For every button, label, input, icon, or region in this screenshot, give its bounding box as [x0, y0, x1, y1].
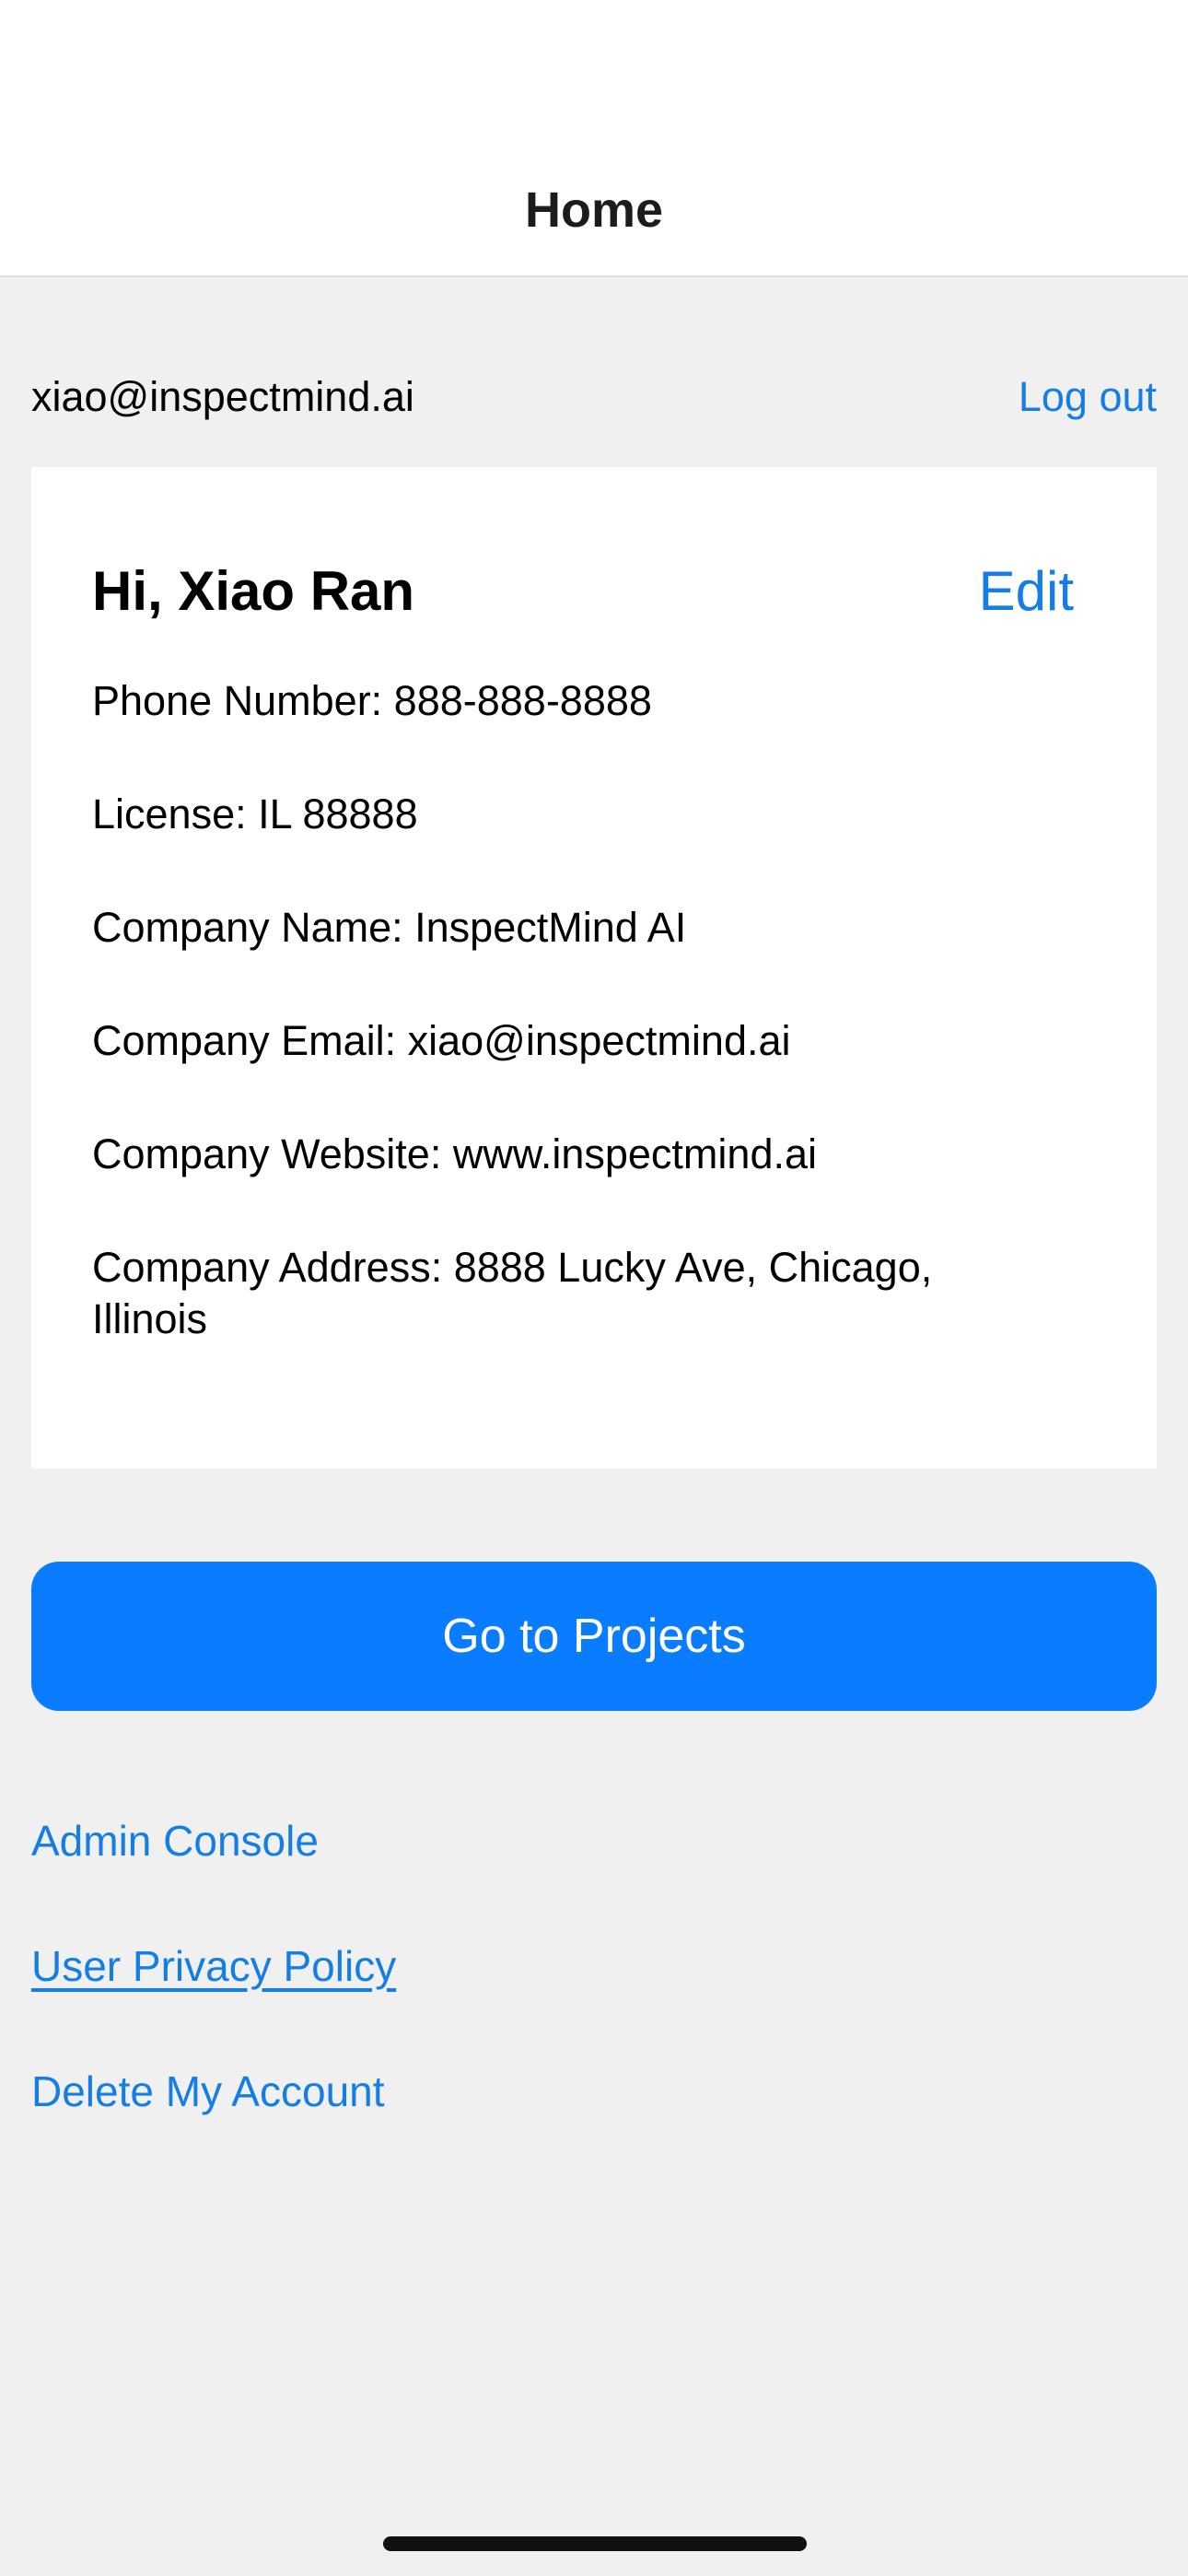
home-indicator[interactable]	[383, 2536, 807, 2551]
company-name-text: Company Name: InspectMind AI	[92, 904, 687, 951]
delete-account-link[interactable]: Delete My Account	[31, 2064, 385, 2119]
navigation-bar: Home	[0, 0, 1188, 277]
privacy-policy-link[interactable]: User Privacy Policy	[31, 1938, 396, 1994]
license-text: License: IL 88888	[92, 790, 418, 837]
account-email: xiao@inspectmind.ai	[31, 373, 414, 420]
edit-profile-button[interactable]: Edit	[979, 559, 1074, 623]
logout-button[interactable]: Log out	[1019, 373, 1157, 421]
company-email-text: Company Email: xiao@inspectmind.ai	[92, 1017, 791, 1064]
company-website-text: Company Website: www.inspectmind.ai	[92, 1130, 817, 1177]
profile-card-header: Hi, Xiao Ran Edit	[92, 559, 1074, 623]
phone-number-text: Phone Number: 888-888-8888	[92, 677, 652, 724]
profile-card: Hi, Xiao Ran Edit Phone Number: 888-888-…	[31, 467, 1157, 1469]
admin-console-link[interactable]: Admin Console	[31, 1813, 319, 1868]
account-row: xiao@inspectmind.ai Log out	[31, 364, 1157, 430]
go-to-projects-button[interactable]: Go to Projects	[31, 1562, 1157, 1711]
greeting-heading: Hi, Xiao Ran	[92, 560, 415, 622]
page-title: Home	[524, 182, 664, 238]
company-address-text: Company Address: 8888 Lucky Ave, Chicago…	[92, 1244, 933, 1342]
